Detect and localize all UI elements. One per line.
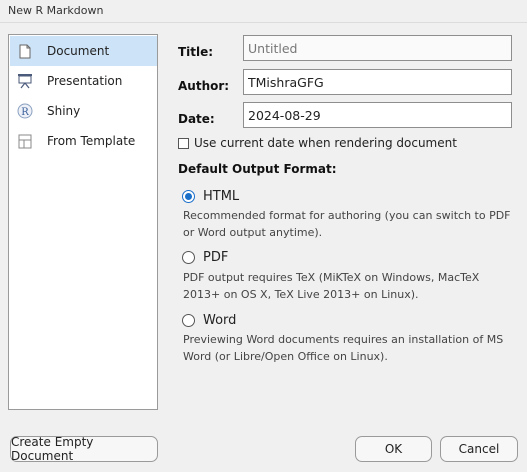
- use-current-date-checkbox[interactable]: [178, 137, 189, 149]
- pdf-description: PDF output requires TeX (MiKTeX on Windo…: [183, 271, 480, 301]
- date-input[interactable]: [243, 102, 512, 128]
- sidebar-item-from-template[interactable]: From Template: [10, 126, 157, 156]
- output-format-heading: Default Output Format:: [178, 162, 337, 176]
- html-description: Recommended format for authoring (you ca…: [183, 209, 511, 239]
- template-icon: [17, 133, 33, 149]
- create-empty-document-button[interactable]: Create Empty Document: [10, 435, 158, 463]
- ok-button[interactable]: OK: [355, 436, 432, 462]
- document-icon: [17, 43, 33, 59]
- shiny-r-icon: R: [17, 103, 33, 119]
- title-bar: New R Markdown: [0, 0, 527, 23]
- word-radio-label: Word: [203, 313, 237, 328]
- sidebar-item-label: Document: [47, 44, 110, 58]
- pdf-radio-label: PDF: [203, 250, 229, 265]
- output-option-word[interactable]: Word: [182, 313, 236, 328]
- author-input[interactable]: [243, 69, 512, 95]
- sidebar-item-shiny[interactable]: R Shiny: [10, 96, 157, 126]
- title-input[interactable]: [243, 35, 512, 61]
- word-radio[interactable]: [182, 314, 195, 327]
- html-radio-label: HTML: [203, 189, 240, 204]
- word-description: Previewing Word documents requires an in…: [183, 333, 504, 363]
- use-current-date-option[interactable]: Use current date when rendering document: [178, 136, 457, 150]
- pdf-radio[interactable]: [182, 251, 195, 264]
- sidebar-item-label: Shiny: [47, 104, 81, 118]
- date-label: Date:: [178, 112, 215, 126]
- svg-text:R: R: [21, 107, 29, 118]
- output-option-html[interactable]: HTML: [182, 189, 239, 204]
- template-sidebar: Document Presentation R Shiny From Templ…: [8, 34, 158, 410]
- cancel-button[interactable]: Cancel: [440, 436, 518, 462]
- output-option-pdf[interactable]: PDF: [182, 250, 228, 265]
- use-current-date-label: Use current date when rendering document: [194, 136, 457, 150]
- title-label: Title:: [178, 45, 214, 59]
- sidebar-item-presentation[interactable]: Presentation: [10, 66, 157, 96]
- sidebar-item-label: Presentation: [47, 74, 123, 88]
- html-radio[interactable]: [182, 190, 195, 203]
- sidebar-item-label: From Template: [47, 134, 136, 148]
- sidebar-item-document[interactable]: Document: [10, 36, 157, 66]
- presentation-icon: [17, 73, 33, 89]
- author-label: Author:: [178, 79, 230, 93]
- window-title: New R Markdown: [8, 4, 104, 17]
